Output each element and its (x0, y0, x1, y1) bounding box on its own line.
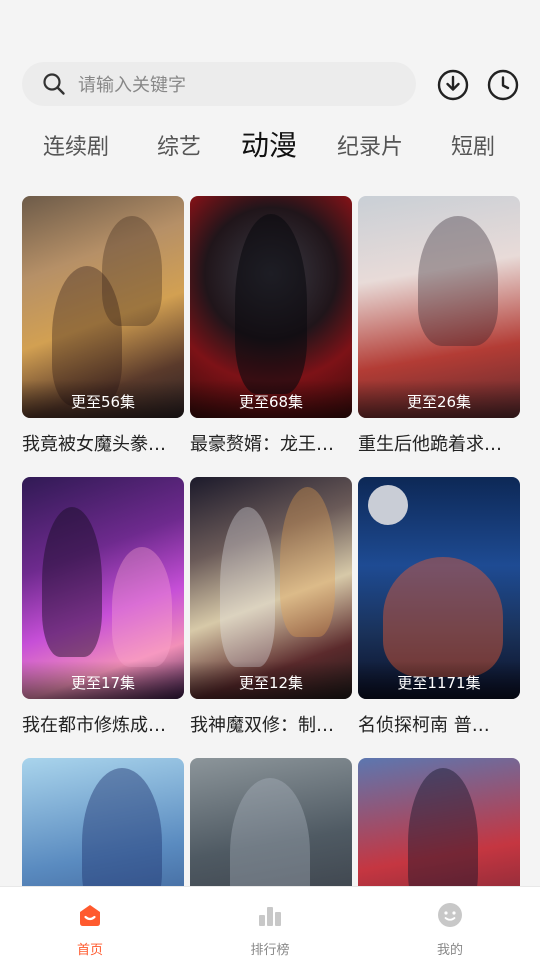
video-cover[interactable]: 更至26集 (358, 196, 520, 418)
video-title: 名侦探柯南 普… (358, 715, 490, 736)
nav-profile-label: 我的 (436, 943, 463, 958)
video-cover[interactable] (190, 758, 352, 886)
video-cover[interactable]: 更至68集 (190, 196, 352, 418)
smiley-icon (438, 903, 462, 927)
video-title: 重生后他跪着求… (358, 434, 502, 455)
video-card[interactable]: 更至56集 我竟被女魔头豢… (22, 196, 184, 456)
tab-anime[interactable]: 动漫 (241, 124, 297, 168)
download-icon (437, 69, 469, 101)
tab-variety[interactable]: 综艺 (157, 126, 201, 170)
video-title: 我神魔双修：制… (190, 715, 334, 736)
episode-count: 更至56集 (22, 380, 184, 418)
episode-count: 更至26集 (358, 380, 520, 418)
video-cover[interactable]: 更至12集 (190, 477, 352, 699)
video-cover[interactable]: 更至1171集 (358, 477, 520, 699)
nav-home-label: 首页 (76, 943, 103, 958)
search-icon (43, 73, 65, 95)
clock-icon (487, 69, 519, 101)
video-card[interactable]: 更至1171集 名侦探柯南 普… (358, 477, 520, 737)
top-bar: 请输入关键字 (0, 62, 540, 110)
video-title: 我在都市修炼成… (22, 715, 166, 736)
bottom-nav: 首页 排行榜 我的 (0, 886, 540, 960)
video-cover[interactable] (358, 758, 520, 886)
video-card[interactable] (22, 758, 184, 886)
video-card[interactable]: 更至17集 我在都市修炼成… (22, 477, 184, 737)
video-card[interactable]: 更至26集 重生后他跪着求… (358, 196, 520, 456)
tab-short-drama[interactable]: 短剧 (451, 126, 495, 170)
home-icon (80, 905, 100, 926)
category-tabs: 连续剧 综艺 动漫 纪录片 短剧 (0, 126, 540, 170)
episode-count: 更至17集 (22, 661, 184, 699)
video-title: 我竟被女魔头豢… (22, 434, 166, 455)
episode-count: 更至12集 (190, 661, 352, 699)
video-cover[interactable]: 更至17集 (22, 477, 184, 699)
video-card[interactable] (358, 758, 520, 886)
video-card[interactable]: 更至68集 最豪赘婿：龙王… (190, 196, 352, 456)
video-cover[interactable] (22, 758, 184, 886)
episode-count: 更至68集 (190, 380, 352, 418)
nav-home[interactable]: 首页 (30, 887, 150, 960)
search-placeholder: 请输入关键字 (78, 75, 186, 96)
nav-ranking[interactable]: 排行榜 (210, 887, 330, 960)
video-card[interactable]: 更至12集 我神魔双修：制… (190, 477, 352, 737)
bar-chart-icon (259, 907, 281, 926)
search-input[interactable]: 请输入关键字 (22, 62, 416, 106)
history-button[interactable] (486, 68, 520, 102)
nav-ranking-label: 排行榜 (250, 943, 290, 958)
video-card[interactable] (190, 758, 352, 886)
tab-tv-series[interactable]: 连续剧 (43, 126, 109, 170)
tab-documentary[interactable]: 纪录片 (337, 126, 403, 170)
episode-count: 更至1171集 (358, 661, 520, 699)
download-button[interactable] (436, 68, 470, 102)
content-grid: 更至56集 我竟被女魔头豢… 更至68集 最豪赘婿：龙王… 更至26集 重生后他… (0, 196, 540, 886)
nav-profile[interactable]: 我的 (390, 887, 510, 960)
video-cover[interactable]: 更至56集 (22, 196, 184, 418)
video-title: 最豪赘婿：龙王… (190, 434, 334, 455)
